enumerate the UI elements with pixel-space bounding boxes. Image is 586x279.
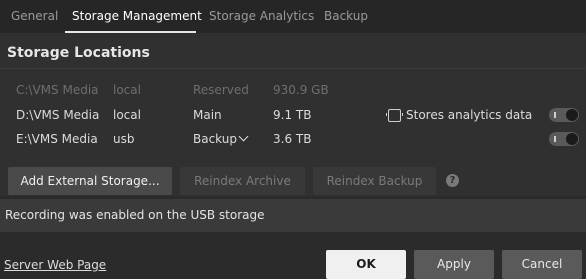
storage-type: local — [113, 108, 141, 122]
storage-path: D:\VMS Media — [16, 108, 100, 122]
stores-analytics-label: Stores analytics data — [406, 108, 533, 122]
tab-backup[interactable]: Backup — [324, 9, 368, 23]
ok-button[interactable]: OK — [326, 250, 406, 279]
section-title: Storage Locations — [7, 45, 150, 61]
reindex-archive-button[interactable]: Reindex Archive — [180, 167, 305, 195]
storage-size: 9.1 TB — [273, 108, 312, 122]
storage-type: usb — [113, 132, 135, 146]
analytics-icon — [386, 109, 403, 122]
apply-button[interactable]: Apply — [414, 250, 494, 279]
storage-enabled-toggle[interactable] — [549, 132, 579, 146]
add-external-storage-button[interactable]: Add External Storage... — [8, 167, 172, 195]
storage-role: Main — [193, 108, 222, 122]
storage-path: C:\VMS Media — [16, 83, 99, 97]
notice-banner: Recording was enabled on the USB storage — [0, 199, 586, 232]
storage-type: local — [113, 83, 141, 97]
notice-text: Recording was enabled on the USB storage — [5, 208, 265, 222]
storage-enabled-toggle[interactable] — [549, 108, 579, 122]
reindex-backup-button[interactable]: Reindex Backup — [313, 167, 436, 195]
server-web-page-link[interactable]: Server Web Page — [4, 258, 106, 272]
tab-bar: General Storage Management Storage Analy… — [0, 0, 586, 34]
storage-role: Reserved — [193, 83, 249, 97]
tab-general[interactable]: General — [11, 9, 58, 23]
section-divider — [0, 68, 586, 69]
tab-storage-management[interactable]: Storage Management — [72, 9, 202, 23]
storage-role-select[interactable]: Backup — [193, 132, 237, 146]
storage-size: 930.9 GB — [273, 83, 329, 97]
storage-size: 3.6 TB — [273, 132, 312, 146]
tab-storage-analytics[interactable]: Storage Analytics — [209, 9, 314, 23]
help-icon[interactable]: ? — [446, 174, 459, 187]
cancel-button[interactable]: Cancel — [502, 250, 582, 279]
storage-path: E:\VMS Media — [16, 132, 98, 146]
